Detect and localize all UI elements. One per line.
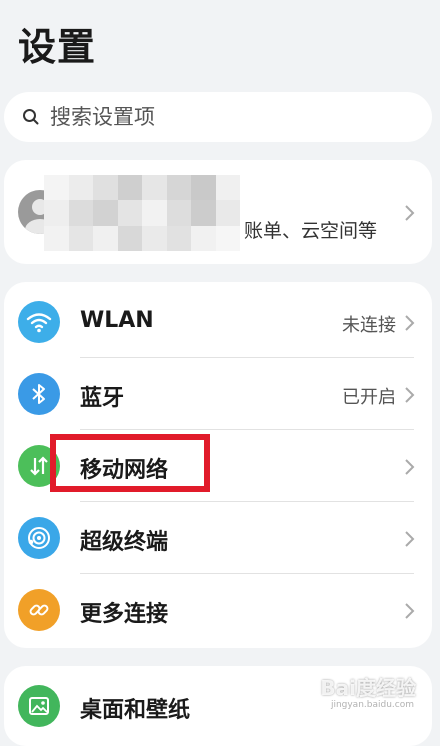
wifi-icon [18, 301, 60, 343]
chevron-right-icon [402, 458, 416, 476]
watermark-text: Bai度经验 [320, 676, 416, 700]
chevron-right-icon [402, 204, 416, 222]
highlight-box [50, 434, 210, 492]
row-bluetooth[interactable]: 蓝牙 已开启 [4, 358, 432, 430]
watermark-url: jingyan.baidu.com [330, 700, 414, 710]
blurred-account-name [44, 175, 240, 251]
row-label: 更多连接 [80, 602, 169, 627]
super-device-icon [18, 517, 60, 559]
chevron-right-icon [402, 602, 416, 620]
page-title: 设置 [18, 25, 97, 69]
row-label: WLAN [80, 308, 154, 333]
wallpaper-icon [18, 685, 60, 727]
link-icon [18, 589, 60, 631]
account-card[interactable]: 账单、云空间等 [4, 160, 432, 264]
chevron-right-icon [402, 314, 416, 332]
row-label: 桌面和壁纸 [80, 698, 191, 723]
search-icon [20, 106, 42, 128]
row-label: 蓝牙 [80, 386, 125, 411]
row-super-device[interactable]: 超级终端 [4, 502, 432, 574]
row-status: 已开启 [342, 387, 396, 408]
search-bar[interactable] [4, 92, 432, 142]
account-subtitle: 账单、云空间等 [244, 220, 378, 242]
chevron-right-icon [402, 530, 416, 548]
row-status: 未连接 [342, 315, 396, 336]
row-more-connections[interactable]: 更多连接 [4, 574, 432, 646]
row-wlan[interactable]: WLAN 未连接 [4, 286, 432, 358]
search-input[interactable] [48, 104, 382, 130]
row-label: 超级终端 [80, 530, 169, 555]
chevron-right-icon [402, 386, 416, 404]
bluetooth-icon [18, 373, 60, 415]
